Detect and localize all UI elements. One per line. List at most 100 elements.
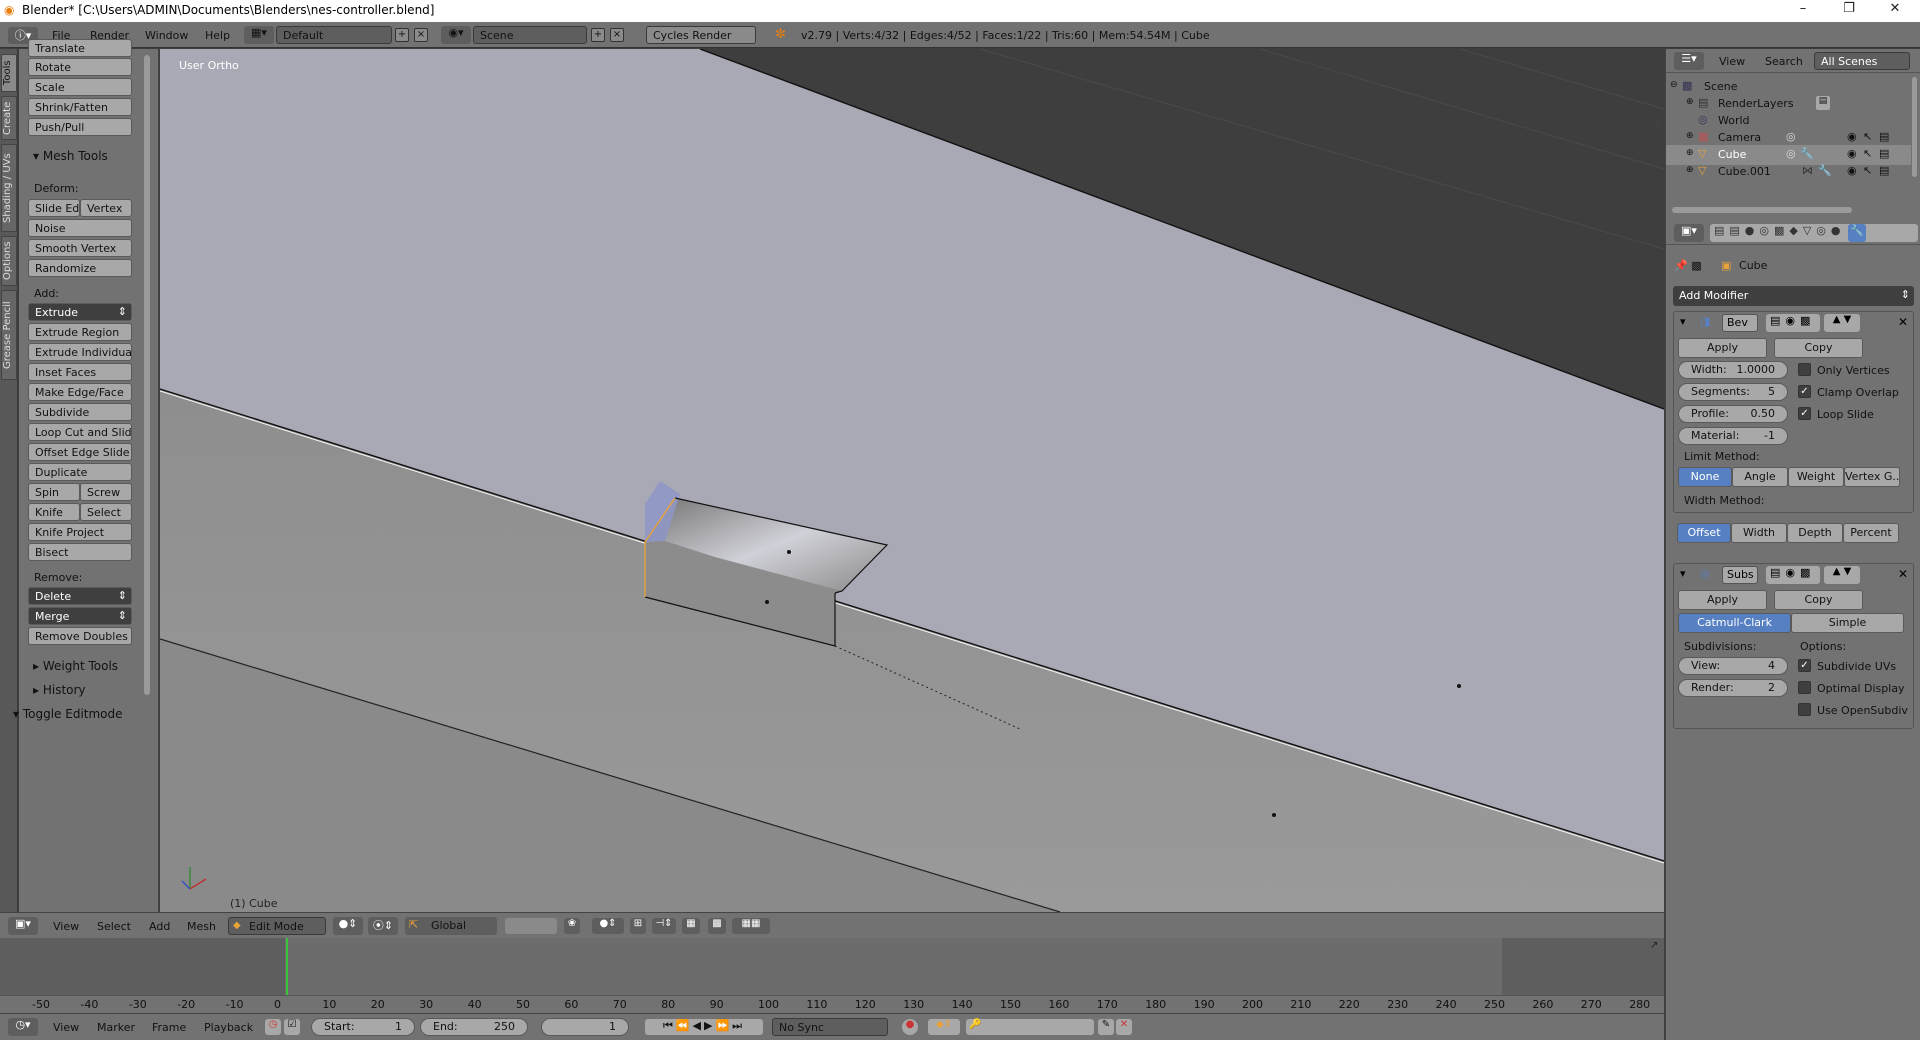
keying-set-icon[interactable]: ◆⇕: [928, 1019, 960, 1035]
limit-method-weight[interactable]: Weight: [1788, 467, 1844, 487]
layout-selector[interactable]: Default: [276, 26, 392, 44]
delete-keyframe-icon[interactable]: ✕: [1116, 1019, 1132, 1035]
tab-tools[interactable]: Tools: [1, 54, 17, 92]
selectable-cursor-icon[interactable]: ↖: [1863, 147, 1872, 160]
bevel-apply-button[interactable]: Apply: [1678, 338, 1767, 358]
preview-range-icon[interactable]: ◷: [265, 1019, 281, 1035]
selectable-cursor-icon[interactable]: ↖: [1863, 164, 1872, 177]
subsurf-type-catmull-clark[interactable]: Catmull-Clark: [1678, 613, 1791, 633]
menu-select[interactable]: Select: [97, 920, 131, 933]
layout-grid-icon[interactable]: ▦▾: [244, 26, 274, 44]
subsurf-type-simple[interactable]: Simple: [1791, 613, 1904, 633]
outliner-item-cube-001[interactable]: ⊕ ▽ Cube.001 ⋈ 🔧 ◉ ↖ ▤: [1666, 162, 1911, 182]
current-frame-field[interactable]: 1: [541, 1018, 629, 1036]
outliner-filter-selector[interactable]: All Scenes: [1814, 52, 1910, 70]
only-vertices-checkbox[interactable]: [1798, 363, 1811, 376]
remove-modifier-icon[interactable]: ✕: [1898, 567, 1908, 581]
subsurf-name-field[interactable]: Subs: [1722, 566, 1758, 584]
proportional-edit-icon[interactable]: ●⇕: [592, 918, 624, 934]
pivot-point-icon[interactable]: ⦿⇕: [368, 917, 398, 935]
selectable-cursor-icon[interactable]: ↖: [1863, 130, 1872, 143]
translate-button[interactable]: Translate: [28, 39, 132, 57]
collapse-icon[interactable]: ▾: [1680, 567, 1686, 580]
inset-faces-button[interactable]: Inset Faces: [28, 363, 132, 381]
menu-add[interactable]: Add: [149, 920, 170, 933]
scene-selector[interactable]: Scene: [473, 26, 587, 44]
loop-cut-slide-button[interactable]: Loop Cut and Slide: [28, 423, 132, 441]
visibility-eye-icon[interactable]: ◉: [1847, 147, 1857, 160]
close-window-button[interactable]: ✕: [1872, 1, 1918, 21]
subsurf-render-levels-field[interactable]: Render: 2: [1678, 679, 1788, 697]
playback-controls[interactable]: ⏮⏪◀▶⏩⏭: [645, 1019, 763, 1035]
insert-keyframe-icon[interactable]: ✎: [1098, 1019, 1114, 1035]
3d-viewport[interactable]: User Ortho (1) Cube: [160, 49, 1664, 912]
start-frame-field[interactable]: Start: 1: [311, 1018, 415, 1036]
width-method-offset[interactable]: Offset: [1677, 523, 1731, 543]
layer-buttons[interactable]: [505, 918, 557, 934]
mesh-tools-panel-header[interactable]: ▾ Mesh Tools: [33, 149, 108, 163]
mode-selector[interactable]: Edit Mode: [228, 917, 326, 935]
scale-button[interactable]: Scale: [28, 78, 132, 96]
smooth-vertex-button[interactable]: Smooth Vertex: [28, 239, 132, 257]
limit-method-angle[interactable]: Angle: [1732, 467, 1788, 487]
collapse-icon[interactable]: ▾: [1680, 315, 1686, 328]
screw-button[interactable]: Screw: [80, 483, 132, 501]
renderable-camera-icon[interactable]: ▤: [1879, 147, 1889, 160]
limit-method-none[interactable]: None: [1678, 467, 1732, 487]
spin-button[interactable]: Spin: [28, 483, 80, 501]
remove-doubles-button[interactable]: Remove Doubles: [28, 627, 132, 645]
use-opensubdiv-checkbox[interactable]: [1798, 703, 1811, 716]
visibility-eye-icon[interactable]: ◉: [1847, 130, 1857, 143]
outliner-menu-view[interactable]: View: [1719, 55, 1745, 68]
select-mode-icon[interactable]: ▦: [682, 918, 700, 934]
timeline-editor[interactable]: -50 -40 -30 -20 -10 0 10 20 30 40 50 60 70 80 90 100 110…: [0, 938, 1664, 1013]
weight-tools-panel-header[interactable]: ▸ Weight Tools: [33, 659, 118, 673]
tab-create[interactable]: Create: [1, 96, 17, 140]
menu-help[interactable]: Help: [205, 29, 230, 42]
subdivide-button[interactable]: Subdivide: [28, 403, 132, 421]
lock-icon[interactable]: ☑: [284, 1019, 300, 1035]
timeline-corner-icon[interactable]: ↗: [1650, 940, 1658, 951]
tab-options[interactable]: Options: [1, 236, 17, 286]
menu-mesh[interactable]: Mesh: [187, 920, 216, 933]
shrink-fatten-button[interactable]: Shrink/Fatten: [28, 98, 132, 116]
extrude-dropdown[interactable]: Extrude ⇕: [28, 303, 132, 321]
maximize-button[interactable]: ❐: [1826, 1, 1872, 21]
viewport-shading-icon[interactable]: ●⇕: [333, 917, 363, 935]
add-layout-icon[interactable]: +: [395, 28, 409, 42]
outliner-menu-search[interactable]: Search: [1765, 55, 1803, 68]
snap-icon[interactable]: ⊞: [630, 918, 646, 934]
slide-vertex-button[interactable]: Vertex: [80, 199, 132, 217]
clamp-overlap-checkbox[interactable]: ✓: [1798, 385, 1811, 398]
menu-view[interactable]: View: [53, 1021, 79, 1034]
menu-view[interactable]: View: [53, 920, 79, 933]
width-method-depth[interactable]: Depth: [1787, 523, 1843, 543]
visibility-eye-icon[interactable]: ◉: [1847, 164, 1857, 177]
renderable-camera-icon[interactable]: ▤: [1879, 164, 1889, 177]
add-scene-icon[interactable]: +: [591, 28, 605, 42]
render-preview-icon[interactable]: ▦▦: [732, 918, 770, 934]
limit-method-vertex-group[interactable]: Vertex G...: [1844, 467, 1900, 487]
rotate-button[interactable]: Rotate: [28, 58, 132, 76]
offset-edge-slide-button[interactable]: Offset Edge Slide: [28, 443, 132, 461]
width-method-width[interactable]: Width: [1731, 523, 1787, 543]
outliner-editor-type-icon[interactable]: ☰▾: [1674, 52, 1704, 70]
snap-element-icon[interactable]: ⊣⇕: [652, 918, 676, 934]
subsurf-copy-button[interactable]: Copy: [1774, 590, 1863, 610]
slide-edge-button[interactable]: Slide Ed: [28, 199, 80, 217]
minimize-button[interactable]: –: [1780, 1, 1826, 21]
remove-scene-icon[interactable]: ×: [610, 28, 624, 42]
merge-dropdown[interactable]: Merge ⇕: [28, 607, 132, 625]
timeline-editor-type-icon[interactable]: ◷▾: [8, 1018, 38, 1036]
pin-icon[interactable]: 📌: [1674, 259, 1688, 272]
bevel-material-field[interactable]: Material: -1: [1678, 427, 1788, 445]
render-layers-action-icon[interactable]: ▤: [1816, 96, 1830, 110]
menu-marker[interactable]: Marker: [97, 1021, 135, 1034]
current-frame-marker[interactable]: [286, 938, 288, 995]
add-modifier-dropdown[interactable]: Add Modifier ⇕: [1673, 286, 1914, 306]
subsurf-apply-button[interactable]: Apply: [1678, 590, 1767, 610]
keying-set-field[interactable]: 🔑: [966, 1019, 1094, 1035]
push-pull-button[interactable]: Push/Pull: [28, 118, 132, 136]
bisect-button[interactable]: Bisect: [28, 543, 132, 561]
knife-project-button[interactable]: Knife Project: [28, 523, 132, 541]
